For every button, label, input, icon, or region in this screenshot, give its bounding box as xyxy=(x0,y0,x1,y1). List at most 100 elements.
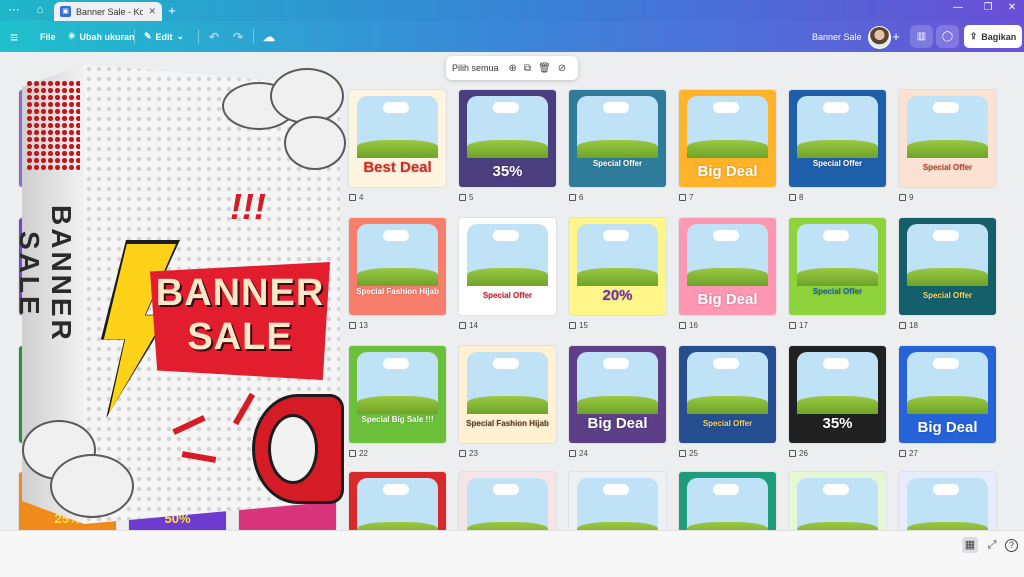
page-checkbox[interactable] xyxy=(349,194,356,201)
page-number-label[interactable]: 15 xyxy=(569,321,609,330)
page-thumbnail[interactable]: Special Offer xyxy=(679,346,776,443)
close-tab-icon[interactable]: ✕ xyxy=(148,6,156,17)
grid-view-icon[interactable]: ▦ xyxy=(962,537,978,553)
comment-icon[interactable]: ◯ xyxy=(936,25,959,48)
cloud-save-icon[interactable]: ☁ xyxy=(263,21,275,52)
resize-button[interactable]: ✳ Ubah ukuran xyxy=(68,21,135,52)
page-number: 4 xyxy=(359,193,364,202)
page-thumbnail[interactable]: Big Deal xyxy=(569,346,666,443)
page-checkbox[interactable] xyxy=(899,322,906,329)
insights-chart-icon[interactable]: ▥ xyxy=(910,25,933,48)
fullscreen-icon[interactable]: ⤢ xyxy=(984,537,1000,553)
page-number-label[interactable]: 8 xyxy=(789,193,829,202)
home-icon[interactable]: ⌂ xyxy=(32,3,48,18)
page-thumbnail[interactable]: SUPER xyxy=(569,472,666,530)
page-checkbox[interactable] xyxy=(789,322,796,329)
page-checkbox[interactable] xyxy=(789,194,796,201)
duplicate-icon[interactable]: ⧉ xyxy=(524,63,531,74)
page-checkbox[interactable] xyxy=(459,450,466,457)
document-title[interactable]: Banner Sale xyxy=(812,21,862,52)
share-button[interactable]: ⇪ Bagikan xyxy=(964,25,1022,48)
page-number-label[interactable]: 26 xyxy=(789,449,829,458)
redo-icon[interactable]: ↷ xyxy=(233,21,243,52)
page-checkbox[interactable] xyxy=(899,194,906,201)
page-thumbnail[interactable]: Special Fashion Hijab xyxy=(349,218,446,315)
page-thumbnail[interactable]: Special Offer xyxy=(899,90,996,187)
page-number: 18 xyxy=(909,321,918,330)
page-thumbnail[interactable]: Best Deal xyxy=(349,90,446,187)
browser-menu-icon[interactable]: ⋯ xyxy=(6,3,22,18)
minimize-icon[interactable]: — xyxy=(948,2,968,13)
chevron-down-icon: ⌄ xyxy=(176,31,185,41)
page-thumbnail[interactable]: 35% xyxy=(459,90,556,187)
main-menu-icon[interactable]: ≡ xyxy=(10,21,18,52)
close-window-icon[interactable]: ✕ xyxy=(1002,2,1022,13)
page-thumbnail[interactable]: Big Deal xyxy=(899,346,996,443)
page-checkbox[interactable] xyxy=(789,450,796,457)
page-number-label[interactable]: 24 xyxy=(569,449,609,458)
add-page-icon[interactable]: ⊕ xyxy=(509,63,517,74)
page-number-label[interactable]: 6 xyxy=(569,193,609,202)
page-thumbnail[interactable]: Special Fashion Hijab xyxy=(679,472,776,530)
page-number-label[interactable]: 14 xyxy=(459,321,499,330)
tab-title: Banner Sale - Kont... xyxy=(76,6,144,17)
page-checkbox[interactable] xyxy=(459,194,466,201)
page-thumbnail[interactable]: 20% xyxy=(569,218,666,315)
page-thumbnail[interactable]: Special Fashion Hijab xyxy=(459,346,556,443)
page-number-label[interactable]: 7 xyxy=(679,193,719,202)
page-number-label[interactable]: 17 xyxy=(789,321,829,330)
cloud-icon xyxy=(712,358,739,370)
page-thumbnail[interactable]: Special Offer xyxy=(569,90,666,187)
page-number-label[interactable]: 5 xyxy=(459,193,499,202)
thumbnail-headline: 35% xyxy=(492,163,523,180)
page-thumbnail[interactable]: Big Deal xyxy=(789,472,886,530)
page-checkbox[interactable] xyxy=(679,322,686,329)
page-thumbnail[interactable]: Big Deal xyxy=(899,472,996,530)
page-number-label[interactable]: 4 xyxy=(349,193,389,202)
add-collaborator-icon[interactable]: + xyxy=(888,25,904,48)
page-thumbnail[interactable]: Special Offer xyxy=(459,218,556,315)
page-checkbox[interactable] xyxy=(569,194,576,201)
page-thumbnail[interactable]: Big Deal xyxy=(679,90,776,187)
page-checkbox[interactable] xyxy=(349,450,356,457)
new-tab-icon[interactable]: + xyxy=(164,3,180,18)
undo-icon[interactable]: ↶ xyxy=(209,21,219,52)
page-thumbnail[interactable]: Special Big Sale !!! xyxy=(349,346,446,443)
page-thumbnail[interactable]: Special Offer xyxy=(899,218,996,315)
delete-icon[interactable]: 🗑 xyxy=(538,63,551,74)
page-checkbox[interactable] xyxy=(569,450,576,457)
page-number: 16 xyxy=(689,321,698,330)
select-all-button[interactable]: Pilih semua xyxy=(452,63,499,73)
page-number-label[interactable]: 22 xyxy=(349,449,389,458)
edit-menu[interactable]: ✎ Edit ⌄ xyxy=(144,21,184,52)
page-number-label[interactable]: 23 xyxy=(459,449,499,458)
page-checkbox[interactable] xyxy=(569,322,576,329)
page-checkbox[interactable] xyxy=(679,194,686,201)
page-thumbnail[interactable]: 35% xyxy=(789,346,886,443)
help-icon[interactable]: ? xyxy=(1005,539,1018,552)
browser-tab[interactable]: ▣ Banner Sale - Kont... ✕ xyxy=(54,2,162,21)
page-number-label[interactable]: 25 xyxy=(679,449,719,458)
thumbnail-headline: Special Big Sale !!! xyxy=(361,415,434,424)
page-thumbnail[interactable]: Special Offer xyxy=(789,218,886,315)
page-checkbox[interactable] xyxy=(459,322,466,329)
page-number-label[interactable]: 18 xyxy=(899,321,939,330)
page-number-label[interactable]: 27 xyxy=(899,449,939,458)
page-number-label[interactable]: 9 xyxy=(899,193,939,202)
cloud-icon xyxy=(382,102,409,114)
page-checkbox[interactable] xyxy=(899,450,906,457)
page-thumbnail[interactable]: Special Offer xyxy=(789,90,886,187)
file-menu[interactable]: File xyxy=(40,21,56,52)
restore-icon[interactable]: ❐ xyxy=(978,2,998,13)
page-number-label[interactable]: 13 xyxy=(349,321,389,330)
page-number-label[interactable]: 16 xyxy=(679,321,719,330)
cloud-icon xyxy=(932,102,959,114)
page-checkbox[interactable] xyxy=(679,450,686,457)
page-thumbnail[interactable]: Big Deal xyxy=(679,218,776,315)
page-number: 22 xyxy=(359,449,368,458)
thumbnail-headline: Big Deal xyxy=(587,415,648,432)
hide-icon[interactable]: ⊘ xyxy=(558,63,566,74)
page-checkbox[interactable] xyxy=(349,322,356,329)
page-thumbnail[interactable]: Big Deal xyxy=(349,472,446,530)
page-thumbnail[interactable]: Best Deal xyxy=(459,472,556,530)
